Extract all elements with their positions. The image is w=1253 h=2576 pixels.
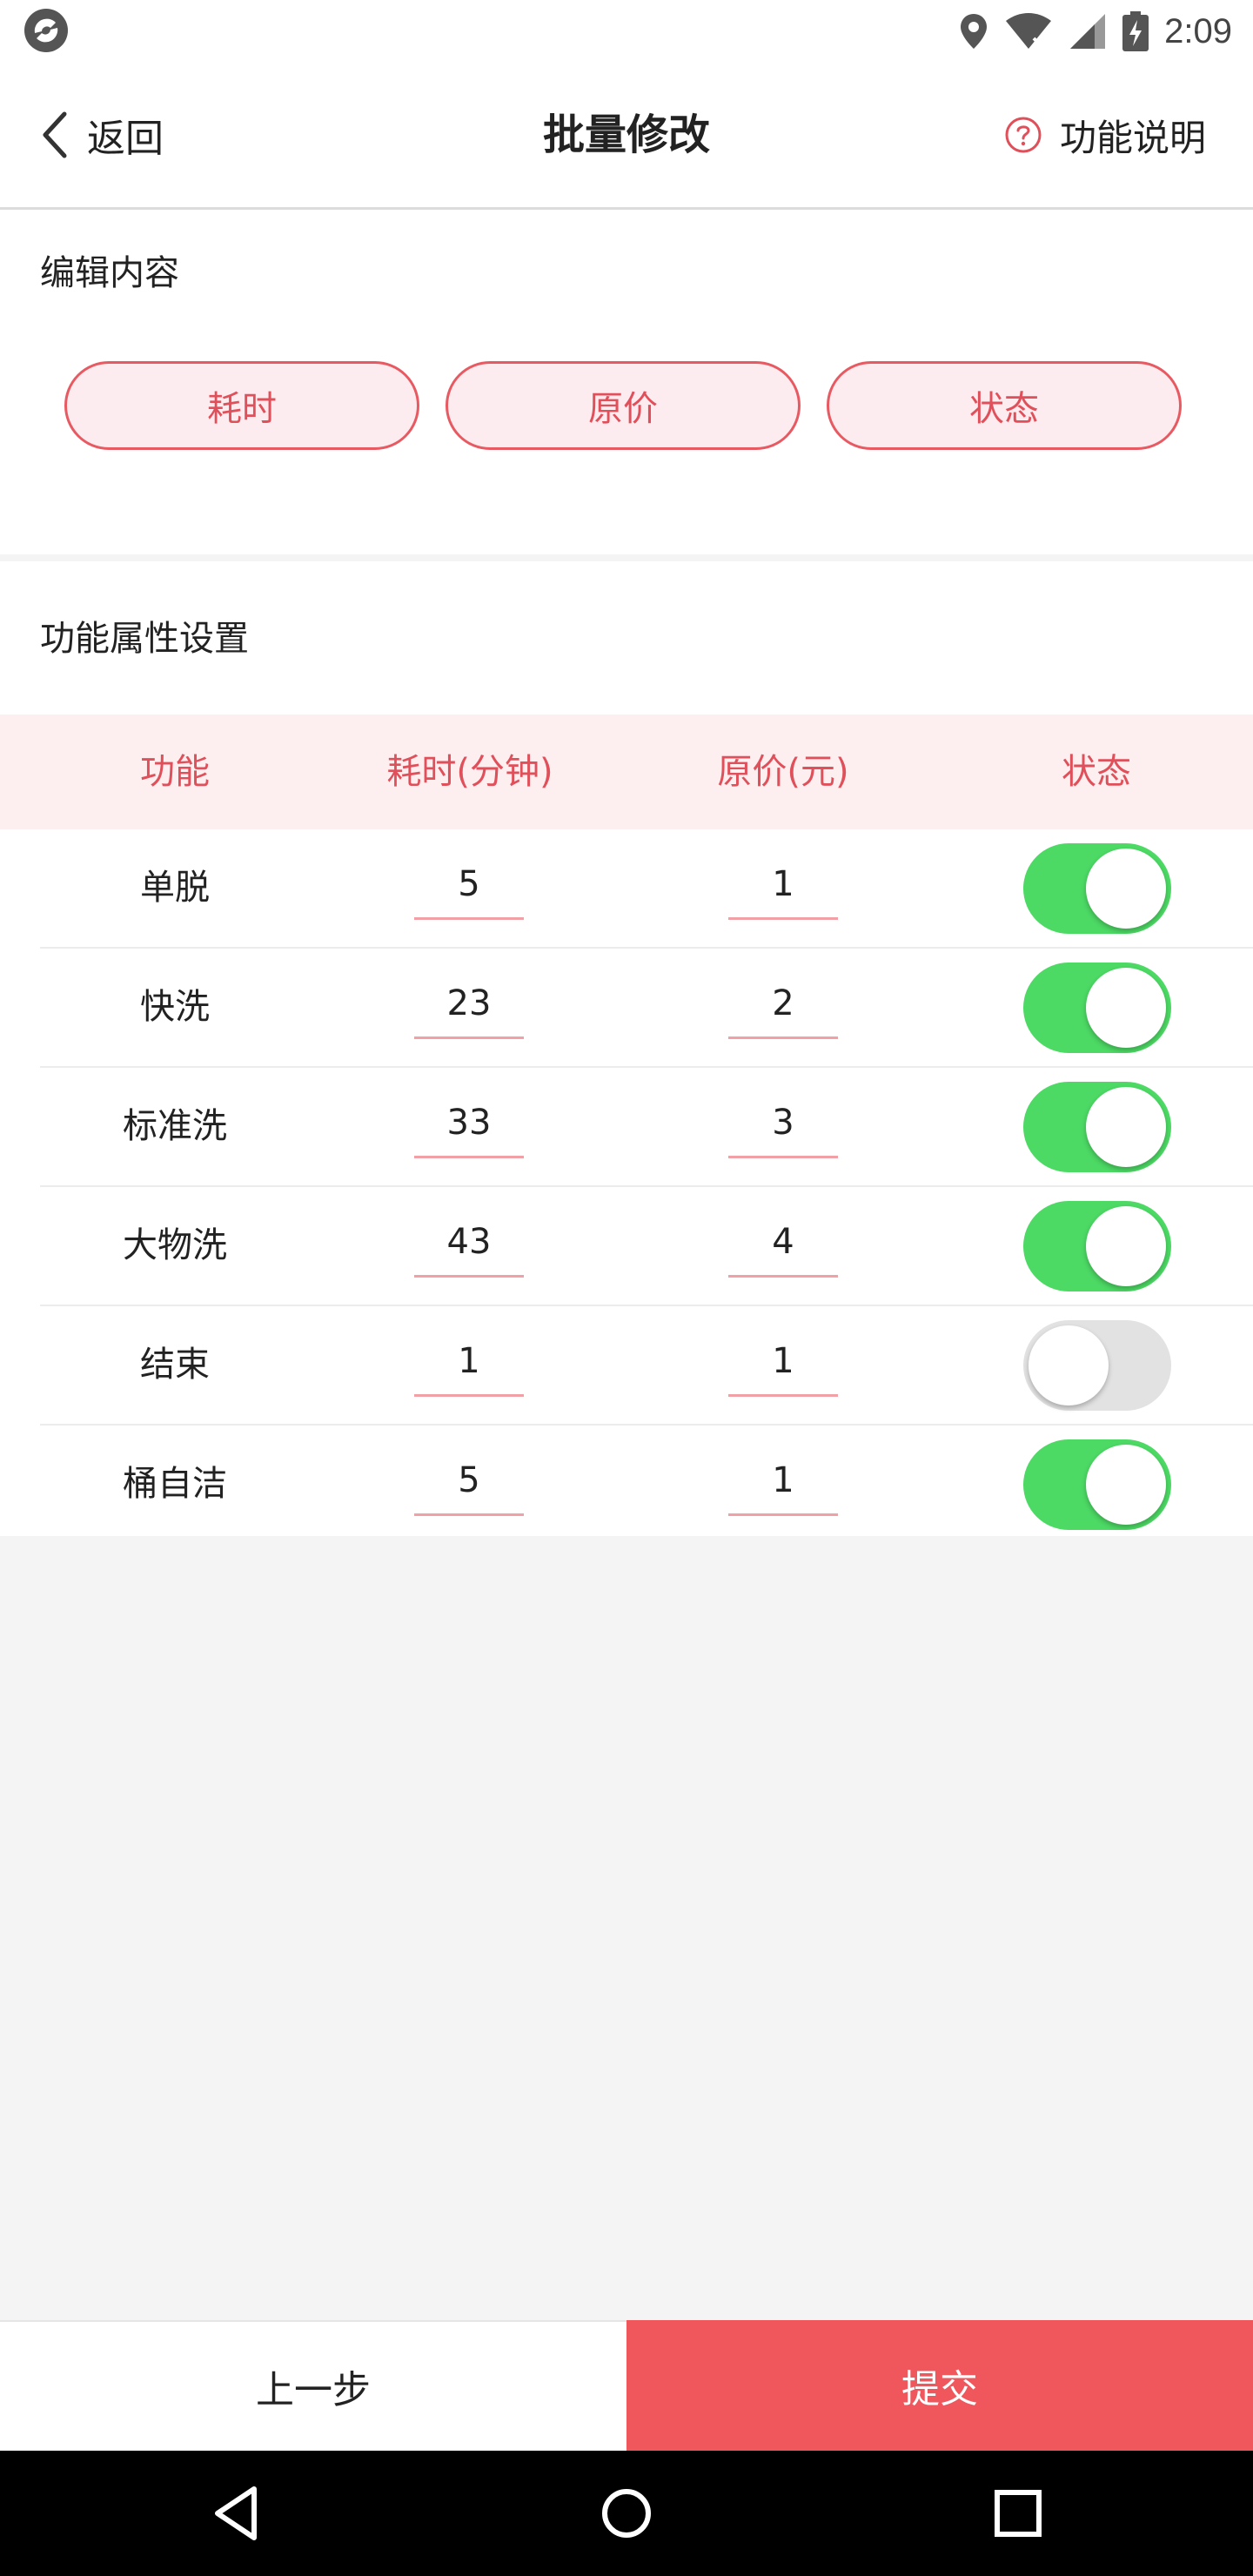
status-bar: 2:09 — [0, 0, 1253, 63]
status-toggle[interactable] — [1023, 1082, 1171, 1172]
time-input[interactable] — [414, 1327, 524, 1397]
time-input[interactable] — [414, 1446, 524, 1516]
status-toggle[interactable] — [1023, 963, 1171, 1053]
toggle-knob — [1086, 849, 1166, 929]
function-name: 快洗 — [140, 987, 210, 1027]
toggle-knob — [1086, 1206, 1166, 1286]
toggle-knob — [1029, 1325, 1109, 1405]
time-input[interactable] — [414, 850, 524, 920]
column-header-price: 原价(元) — [717, 752, 849, 792]
chevron-left-icon — [43, 111, 67, 158]
column-header-function: 功能 — [140, 752, 210, 792]
attribute-settings-title: 功能属性设置 — [40, 619, 249, 659]
table-row: 结束 — [40, 1306, 1253, 1426]
app-logo-icon — [24, 9, 68, 52]
location-icon — [961, 14, 988, 49]
status-toggle[interactable] — [1023, 1439, 1171, 1530]
back-label: 返回 — [87, 117, 164, 161]
table-row: 标准洗 — [40, 1068, 1253, 1187]
edit-content-title: 编辑内容 — [40, 253, 179, 293]
time-input[interactable] — [414, 1089, 524, 1158]
function-name: 单脱 — [140, 868, 210, 908]
status-toggle[interactable] — [1023, 843, 1171, 934]
status-toggle[interactable] — [1023, 1201, 1171, 1291]
table-row: 快洗 — [40, 949, 1253, 1068]
system-navigation-bar — [0, 2451, 1253, 2576]
wifi-icon — [1006, 13, 1052, 50]
back-triangle-icon[interactable] — [202, 2479, 271, 2548]
table-row: 桶自洁 — [40, 1426, 1253, 1543]
help-button[interactable]: 功能说明 — [1004, 106, 1206, 164]
toggle-knob — [1086, 968, 1166, 1048]
attribute-settings-section: 功能属性设置 功能 耗时(分钟) 原价(元) 状态 单脱 快洗 标准洗 大物洗 — [0, 561, 1253, 1536]
price-input[interactable] — [728, 969, 838, 1039]
time-input[interactable] — [414, 1208, 524, 1278]
table-header: 功能 耗时(分钟) 原价(元) 状态 — [0, 714, 1253, 829]
table-row: 大物洗 — [40, 1187, 1253, 1306]
price-input[interactable] — [728, 1089, 838, 1158]
nav-bar: 返回 批量修改 功能说明 — [0, 63, 1253, 210]
question-circle-icon — [1005, 117, 1042, 153]
option-status-button[interactable]: 状态 — [827, 361, 1182, 450]
toggle-knob — [1086, 1087, 1166, 1167]
table-row: 单脱 — [40, 829, 1253, 949]
recents-square-icon[interactable] — [983, 2479, 1053, 2548]
function-name: 标准洗 — [123, 1106, 227, 1146]
back-button[interactable]: 返回 — [42, 106, 164, 164]
option-price-button[interactable]: 原价 — [446, 361, 801, 450]
option-time-button[interactable]: 耗时 — [64, 361, 419, 450]
previous-step-button[interactable]: 上一步 — [0, 2320, 626, 2451]
column-header-status: 状态 — [1062, 752, 1131, 792]
function-rows: 单脱 快洗 标准洗 大物洗 结束 — [0, 829, 1253, 1543]
toggle-knob — [1086, 1445, 1166, 1525]
function-name: 大物洗 — [123, 1225, 227, 1265]
edit-content-section: 编辑内容 耗时 原价 状态 — [0, 210, 1253, 554]
price-input[interactable] — [728, 1208, 838, 1278]
home-circle-icon[interactable] — [592, 2479, 661, 2548]
signal-icon — [1070, 14, 1106, 49]
bottom-action-bar: 上一步 提交 — [0, 2320, 1253, 2451]
time-input[interactable] — [414, 969, 524, 1039]
function-name: 桶自洁 — [123, 1464, 227, 1504]
price-input[interactable] — [728, 850, 838, 920]
column-header-time: 耗时(分钟) — [386, 752, 553, 792]
status-time: 2:09 — [1164, 11, 1232, 50]
battery-charging-icon — [1122, 11, 1149, 51]
submit-button[interactable]: 提交 — [626, 2320, 1253, 2451]
edit-options: 耗时 原价 状态 — [64, 361, 1182, 450]
price-input[interactable] — [728, 1327, 838, 1397]
status-toggle[interactable] — [1023, 1320, 1171, 1411]
help-label: 功能说明 — [1059, 116, 1206, 159]
function-name: 结束 — [140, 1345, 210, 1385]
price-input[interactable] — [728, 1446, 838, 1516]
